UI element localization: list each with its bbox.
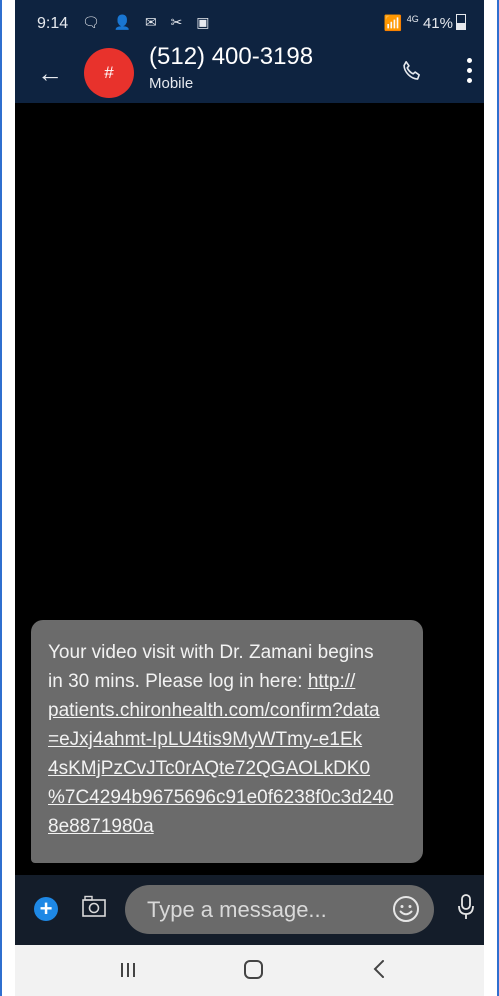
message-input-container[interactable] xyxy=(125,885,434,934)
contact-avatar[interactable]: # xyxy=(84,48,134,98)
status-right: 📶 4G 41% xyxy=(384,14,466,32)
system-nav-bar xyxy=(15,945,484,996)
add-attachment-icon[interactable]: + xyxy=(34,897,58,921)
emoji-icon[interactable] xyxy=(392,895,420,923)
message-link-part[interactable]: =eJxj4ahmt-IpLU4tis9MyWTmy-e1Ek xyxy=(48,725,407,754)
home-icon[interactable] xyxy=(244,960,263,979)
more-options-icon[interactable] xyxy=(467,58,473,88)
incoming-message-bubble[interactable]: Your video visit with Dr. Zamani begins … xyxy=(31,620,423,863)
back-arrow-icon[interactable]: ← xyxy=(37,58,63,89)
message-line-2: in 30 mins. Please log in here: http:// xyxy=(48,667,407,696)
recent-apps-icon[interactable] xyxy=(119,961,137,979)
nav-back-icon[interactable] xyxy=(372,959,386,979)
message-link-part[interactable]: 8e8871980a xyxy=(48,812,407,841)
message-link-part[interactable]: %7C4294b9675696c91e0f6238f0c3d240 xyxy=(48,783,407,812)
message-link-part[interactable]: http:// xyxy=(308,671,356,692)
phone-screen: 9:14 🗨 👤 ✉ ✂ ▣ 📶 4G 41% ← # (512) 400-31… xyxy=(15,0,484,996)
message-thread[interactable]: Your video visit with Dr. Zamani begins … xyxy=(15,103,484,875)
status-time: 9:14 xyxy=(37,15,69,32)
message-text: in 30 mins. Please log in here: xyxy=(48,671,308,692)
message-line-1: Your video visit with Dr. Zamani begins xyxy=(48,642,374,663)
wifi-icon: 📶 xyxy=(383,15,403,32)
app-header: 9:14 🗨 👤 ✉ ✂ ▣ 📶 4G 41% ← # (512) 400-31… xyxy=(15,0,484,103)
camera-icon[interactable] xyxy=(81,894,107,918)
message-input[interactable] xyxy=(145,894,379,926)
microphone-icon[interactable] xyxy=(457,893,475,921)
contact-subtitle: Mobile xyxy=(149,75,194,92)
message-link-part[interactable]: 4sKMjPzCvJTc0rAQte72QGAOLkDK0 xyxy=(48,754,407,783)
phone-call-icon[interactable] xyxy=(399,58,425,84)
message-link-part[interactable]: patients.chironhealth.com/confirm?data xyxy=(48,696,407,725)
notification-icons: 🗨 👤 ✉ ✂ ▣ xyxy=(82,14,215,30)
battery-level: 41% xyxy=(422,15,453,32)
network-label: 4G xyxy=(406,14,419,24)
status-bar: 9:14 🗨 👤 ✉ ✂ ▣ 📶 4G 41% xyxy=(15,0,484,36)
battery-icon xyxy=(456,14,466,30)
contact-number[interactable]: (512) 400-3198 xyxy=(149,43,313,71)
